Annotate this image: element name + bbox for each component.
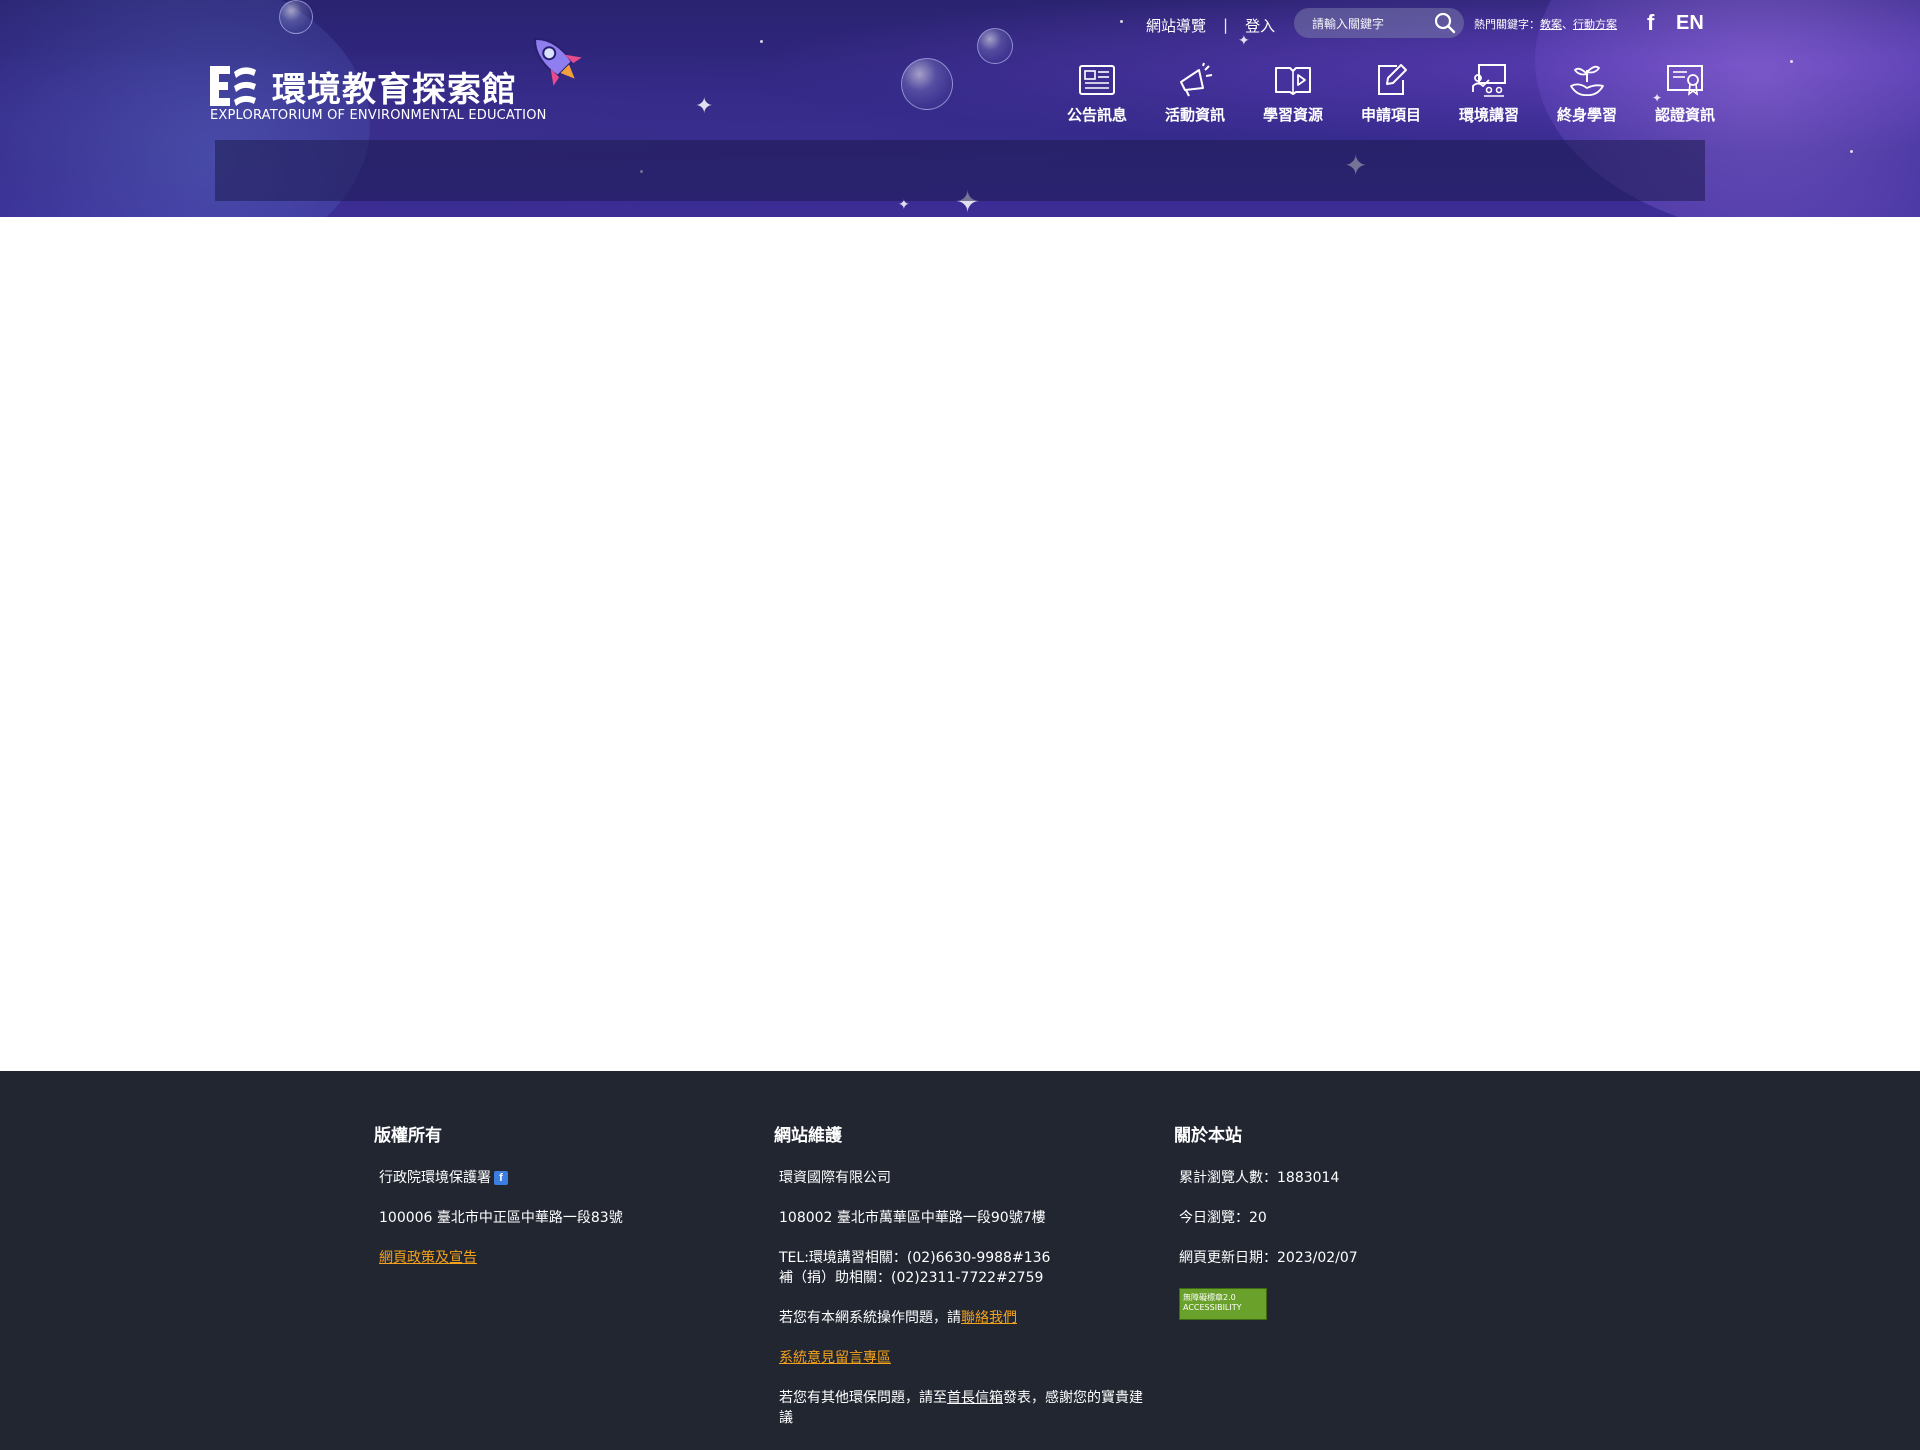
- lecture-icon: [1472, 64, 1506, 97]
- nav-item-learning-resources[interactable]: 學習資源: [1244, 62, 1342, 125]
- top-utility-links: 網站導覽 | 登入: [1146, 12, 1275, 38]
- today-views: 今日瀏覽：20: [1179, 1210, 1267, 1226]
- nav-item-applications[interactable]: 申請項目: [1342, 62, 1440, 125]
- nav-item-events[interactable]: 活動資訊: [1146, 62, 1244, 125]
- footer-phones: TEL:環境講習相關：(02)6630-9988#136 補（捐）助相關：(02)…: [779, 1248, 1154, 1288]
- footer-org: 行政院環境保護署 f: [379, 1168, 774, 1188]
- facebook-icon[interactable]: f: [494, 1171, 508, 1185]
- nav-item-label: 認證資訊: [1654, 106, 1715, 124]
- sprout-hand-icon: [1570, 65, 1604, 96]
- footer-contact-text: 若您有本網系統操作問題，請: [779, 1310, 961, 1326]
- star-dot: [760, 40, 763, 43]
- footer-company-address: 108002 臺北市萬華區中華路一段90號7樓: [779, 1210, 1046, 1226]
- total-views: 累計瀏覽人數：1883014: [1179, 1170, 1340, 1186]
- footer-contact: 若您有本網系統操作問題，請聯絡我們: [779, 1308, 1154, 1328]
- hot-keywords: 熱門關鍵字：教案、行動方案: [1474, 16, 1617, 32]
- main-content: [0, 217, 1920, 1071]
- hot-keyword-link[interactable]: 行動方案: [1573, 18, 1617, 31]
- footer-org-address: 100006 臺北市中正區中華路一段83號: [379, 1210, 623, 1226]
- language-switch-en[interactable]: EN: [1676, 12, 1704, 35]
- footer-about-column: 關於本站 累計瀏覽人數：1883014 今日瀏覽：20 網頁更新日期：2023/…: [1174, 1121, 1574, 1320]
- accessibility-badge[interactable]: 無障礙標章2.0 ACCESSIBILITY: [1179, 1288, 1267, 1320]
- hot-keyword-link[interactable]: 教案: [1540, 18, 1562, 31]
- search-icon[interactable]: [1434, 12, 1456, 34]
- main-nav: 公告訊息 活動資訊 學習資源 申請項目 環境講習 終身學習 認證資訊: [1048, 62, 1734, 125]
- hot-keyword-separator: 、: [1562, 18, 1573, 31]
- star-dot: [1120, 20, 1123, 23]
- contact-us-link[interactable]: 聯絡我們: [961, 1310, 1017, 1326]
- sub-navigation-bar: [215, 140, 1705, 201]
- nav-item-environmental-lectures[interactable]: 環境講習: [1440, 62, 1538, 125]
- book-play-icon: [1275, 67, 1311, 95]
- footer-policy: 網頁政策及宣告: [379, 1248, 774, 1268]
- footer-company: 環資國際有限公司: [779, 1170, 891, 1186]
- nav-item-label: 終身學習: [1556, 106, 1617, 124]
- site-header: ✦ ✦ ✦ ✦ ✦ ✦ 環境教育探索館 EXPLORATORIUM OF ENV…: [0, 0, 1920, 217]
- footer-phone-lecture: TEL:環境講習相關：(02)6630-9988#136: [779, 1250, 1051, 1266]
- policy-link[interactable]: 網頁政策及宣告: [379, 1250, 477, 1266]
- search-input[interactable]: [1310, 14, 1432, 34]
- update-date: 網頁更新日期：2023/02/07: [1179, 1250, 1358, 1266]
- bubble-decoration: [901, 58, 953, 110]
- star-dot: [1850, 150, 1853, 153]
- search-box: [1294, 8, 1464, 38]
- link-separator: |: [1223, 16, 1229, 34]
- nav-item-label: 環境講習: [1458, 106, 1519, 124]
- nav-item-certification[interactable]: 認證資訊: [1636, 62, 1734, 125]
- bubble-decoration: [279, 0, 313, 34]
- footer-heading-maintenance: 網站維護: [774, 1126, 842, 1146]
- footer-other-prefix: 若您有其他環保問題，請至: [779, 1390, 947, 1406]
- footer-heading-copyright: 版權所有: [374, 1126, 442, 1146]
- sitemap-link[interactable]: 網站導覽: [1146, 15, 1206, 36]
- footer-phone-subsidy: 補（捐）助相關：(02)2311-7722#2759: [779, 1270, 1044, 1286]
- nav-item-announcements[interactable]: 公告訊息: [1048, 62, 1146, 125]
- edit-icon: [1378, 64, 1407, 95]
- footer-org-name: 行政院環境保護署: [379, 1170, 491, 1186]
- hot-keywords-label: 熱門關鍵字：: [1474, 18, 1540, 31]
- bubble-decoration: [977, 28, 1013, 64]
- site-subtitle: EXPLORATORIUM OF ENVIRONMENTAL EDUCATION: [210, 108, 547, 123]
- site-footer: 版權所有 行政院環境保護署 f 100006 臺北市中正區中華路一段83號 網頁政…: [0, 1071, 1920, 1450]
- site-title: 環境教育探索館: [272, 70, 517, 110]
- megaphone-icon: [1180, 62, 1213, 97]
- login-link[interactable]: 登入: [1245, 15, 1275, 36]
- newspaper-icon: [1079, 65, 1115, 95]
- logo-mark-icon: [210, 66, 256, 106]
- star-dot: [1790, 60, 1793, 63]
- nav-item-label: 活動資訊: [1164, 106, 1225, 124]
- footer-maintenance-column: 網站維護 環資國際有限公司 108002 臺北市萬華區中華路一段90號7樓 TE…: [774, 1121, 1154, 1448]
- message-board-link[interactable]: 系統意見留言專區: [779, 1350, 891, 1366]
- sparkle-icon: ✦: [695, 94, 714, 119]
- certificate-icon: [1667, 65, 1703, 96]
- nav-item-label: 申請項目: [1360, 106, 1421, 124]
- footer-heading-about: 關於本站: [1174, 1126, 1242, 1146]
- facebook-icon[interactable]: f: [1647, 10, 1654, 36]
- rocket-icon: [534, 38, 582, 86]
- footer-other-issues: 若您有其他環保問題，請至首長信箱發表，感謝您的寶貴建議: [779, 1388, 1154, 1428]
- nav-item-lifelong-learning[interactable]: 終身學習: [1538, 62, 1636, 125]
- footer-copyright-column: 版權所有 行政院環境保護署 f 100006 臺北市中正區中華路一段83號 網頁政…: [374, 1121, 774, 1288]
- nav-item-label: 學習資源: [1262, 106, 1323, 124]
- nav-item-label: 公告訊息: [1066, 106, 1127, 124]
- footer-message-board: 系統意見留言專區: [779, 1348, 1154, 1368]
- mailbox-link[interactable]: 首長信箱: [947, 1390, 1003, 1406]
